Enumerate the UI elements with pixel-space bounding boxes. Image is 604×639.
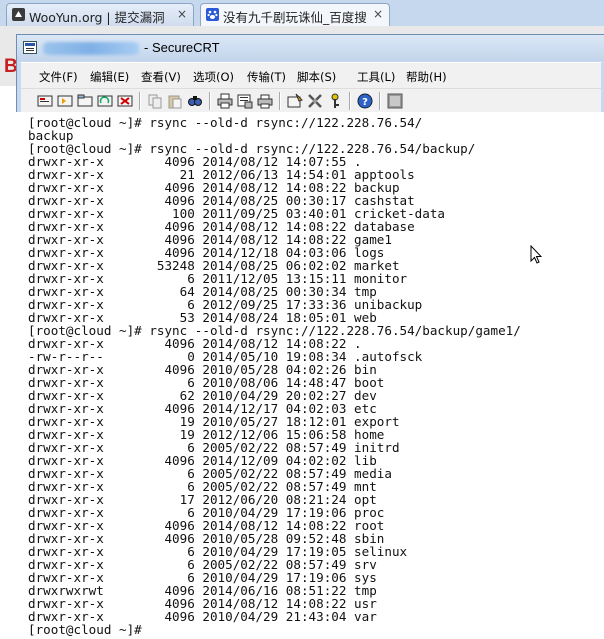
toolbar-separator — [379, 92, 380, 110]
tab-label: 没有九千剧玩诛仙_百度搜 — [223, 10, 367, 25]
toolbar-separator — [139, 92, 140, 110]
tab-close-icon[interactable]: × — [373, 7, 383, 21]
connect-tab-icon[interactable] — [77, 93, 93, 109]
toolbar-separator — [349, 92, 350, 110]
tab-label: WooYun.org | 提交漏洞 — [29, 10, 165, 25]
terminal-line: [root@cloud ~]# — [28, 622, 150, 637]
menu-view[interactable]: 查看(V) — [141, 69, 181, 85]
find-icon[interactable] — [187, 93, 203, 109]
svg-text:?: ? — [362, 97, 368, 108]
browser-tab-strip: WooYun.org | 提交漏洞 × 没有九千剧玩诛仙_百度搜 × — [0, 0, 604, 26]
menu-help[interactable]: 帮助(H) — [406, 69, 447, 85]
menu-transfer[interactable]: 传输(T) — [247, 69, 286, 85]
terminal-area[interactable]: [root@cloud ~]# rsync --old-d rsync://12… — [12, 112, 604, 639]
menu-edit[interactable]: 编辑(E) — [90, 69, 129, 85]
mouse-pointer-icon — [530, 245, 542, 264]
baidu-paw-icon — [206, 8, 219, 21]
connect-icon[interactable] — [37, 93, 53, 109]
print-icon[interactable] — [217, 93, 233, 109]
toolbar-separator — [209, 92, 210, 110]
toolbar-separator — [279, 92, 280, 110]
securecrt-app-icon[interactable] — [23, 41, 37, 54]
browser-tab-wooyun[interactable]: WooYun.org | 提交漏洞 × — [6, 3, 194, 26]
window-titlebar[interactable]: - SecureCRT — [17, 35, 604, 61]
disconnect-icon[interactable] — [117, 93, 133, 109]
print-setup-icon[interactable] — [237, 93, 253, 109]
browser-tab-baidu[interactable]: 没有九千剧玩诛仙_百度搜 × — [200, 3, 390, 26]
menu-options[interactable]: 选项(O) — [193, 69, 234, 85]
menu-tools[interactable]: 工具(L) — [357, 69, 395, 85]
redacted-hostname — [43, 42, 139, 55]
quick-connect-icon[interactable] — [57, 93, 73, 109]
paste-icon[interactable] — [167, 93, 183, 109]
terminal-line: [root@cloud ~]# rsync --old-d rsync://12… — [28, 115, 423, 130]
help-icon[interactable]: ? — [357, 93, 373, 109]
toolbar: ? — [21, 88, 601, 114]
reconnect-icon[interactable] — [97, 93, 113, 109]
menu-file[interactable]: 文件(F) — [39, 69, 78, 85]
menu-script[interactable]: 脚本(S) — [297, 69, 336, 85]
wooyun-favicon — [12, 8, 25, 21]
menu-bar: 文件(F) 编辑(E) 查看(V) 选项(O) 传输(T) 脚本(S) 工具(L… — [21, 62, 601, 89]
session-options-icon[interactable] — [287, 93, 303, 109]
copy-icon[interactable] — [147, 93, 163, 109]
about-icon[interactable] — [387, 93, 403, 109]
global-options-icon[interactable] — [307, 93, 323, 109]
print-screen-icon[interactable] — [257, 93, 273, 109]
tab-close-icon[interactable]: × — [177, 7, 187, 21]
window-title: - SecureCRT — [144, 40, 220, 55]
keymap-icon[interactable] — [327, 93, 343, 109]
